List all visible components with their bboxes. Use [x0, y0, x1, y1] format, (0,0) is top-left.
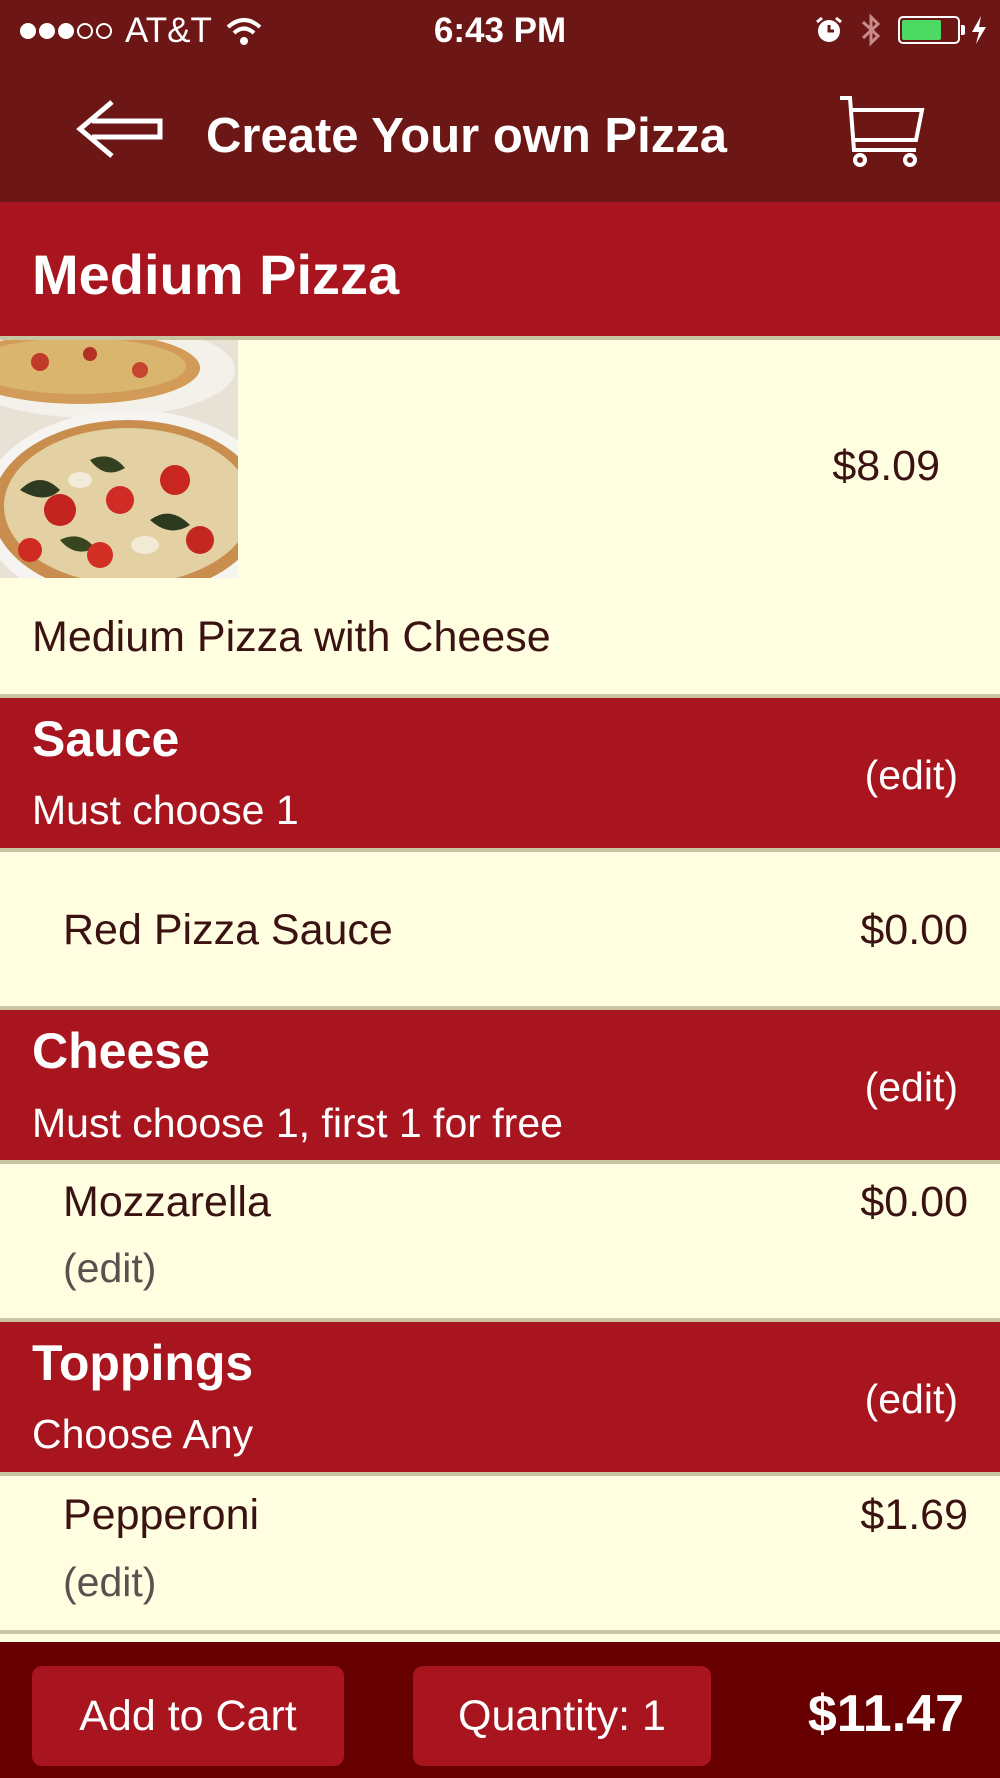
- divider: [0, 848, 1000, 852]
- edit-pepperoni-link[interactable]: (edit): [63, 1559, 156, 1606]
- option-name: Pepperoni: [63, 1491, 260, 1539]
- edit-mozzarella-link[interactable]: (edit): [63, 1245, 156, 1292]
- quantity-button[interactable]: Quantity: 1: [413, 1666, 711, 1766]
- order-total: $11.47: [807, 1685, 964, 1743]
- section-header-toppings: Toppings Choose Any (edit): [0, 1322, 1000, 1472]
- section-title: Cheese: [32, 1023, 210, 1079]
- edit-toppings-link[interactable]: (edit): [865, 1376, 958, 1423]
- back-arrow-icon: [76, 100, 163, 158]
- product-price: $8.09: [832, 442, 940, 490]
- add-to-cart-button[interactable]: Add to Cart: [32, 1666, 344, 1766]
- divider: [0, 1472, 1000, 1476]
- status-right: [814, 12, 988, 48]
- alarm-clock-icon: [816, 16, 842, 42]
- option-name: Mozzarella: [63, 1178, 271, 1226]
- back-button[interactable]: [72, 94, 167, 164]
- section-title: Toppings: [32, 1335, 254, 1391]
- status-bar: AT&T 6:43 PM: [0, 0, 1000, 64]
- option-price: $0.00: [860, 1178, 968, 1226]
- edit-cheese-link[interactable]: (edit): [865, 1064, 958, 1111]
- navigation-bar: Create Your own Pizza: [0, 64, 1000, 202]
- section-header-sauce: Sauce Must choose 1 (edit): [0, 698, 1000, 848]
- option-name: Red Pizza Sauce: [63, 906, 393, 954]
- cart-button[interactable]: [836, 94, 926, 169]
- product-title: Medium Pizza: [32, 243, 400, 306]
- battery-level-fill: [902, 20, 941, 40]
- bottom-bar: Add to Cart Quantity: 1 $11.47: [0, 1642, 1000, 1778]
- section-subtitle: Choose Any: [32, 1411, 254, 1457]
- section-header-cheese: Cheese Must choose 1, first 1 for free (…: [0, 1010, 1000, 1160]
- section-title: Sauce: [32, 711, 180, 767]
- page-title: Create Your own Pizza: [206, 109, 727, 163]
- section-subtitle: Must choose 1: [32, 787, 299, 833]
- battery-icon: [898, 16, 965, 44]
- section-subtitle: Must choose 1, first 1 for free: [32, 1100, 563, 1146]
- charging-bolt-icon: [972, 16, 986, 44]
- edit-sauce-link[interactable]: (edit): [865, 752, 958, 799]
- pizza-image: [0, 340, 238, 578]
- bluetooth-icon: [861, 13, 881, 47]
- divider: [0, 1630, 1000, 1634]
- product-description: Medium Pizza with Cheese: [32, 613, 551, 661]
- option-price: $1.69: [860, 1491, 968, 1539]
- divider: [0, 1160, 1000, 1164]
- option-price: $0.00: [860, 906, 968, 954]
- product-header: Medium Pizza: [0, 202, 1000, 336]
- shopping-cart-icon: [840, 96, 925, 167]
